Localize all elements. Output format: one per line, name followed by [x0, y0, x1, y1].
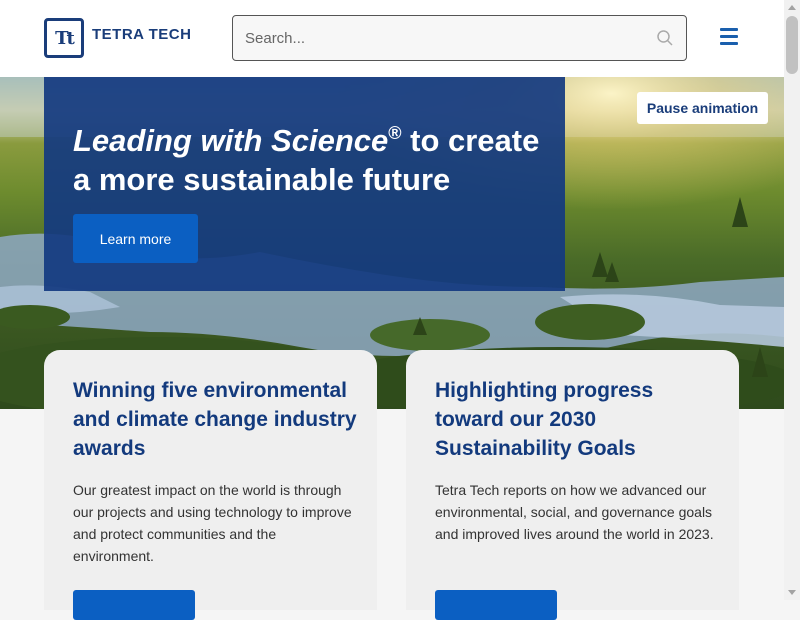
scroll-thumb[interactable] [786, 16, 798, 74]
pause-animation-button[interactable]: Pause animation [637, 92, 768, 124]
registered-mark: ® [388, 123, 402, 143]
logo-text: TETRA TECH [92, 25, 192, 43]
search-icon[interactable] [656, 29, 674, 47]
card-body: Our greatest impact on the world is thro… [73, 482, 352, 564]
logo-mark-icon: Tt [44, 18, 84, 58]
site-header: Tt TETRA TECH [0, 0, 784, 77]
card-title[interactable]: Highlighting progress toward our 2030 Su… [435, 376, 720, 463]
feature-card-sustainability: Highlighting progress toward our 2030 Su… [406, 350, 739, 620]
page-scrollbar[interactable] [784, 0, 800, 600]
feature-card-awards: Winning five environmental and climate c… [44, 350, 377, 620]
scroll-down-arrow-icon[interactable] [788, 590, 796, 595]
tetra-tech-logo[interactable]: Tt TETRA TECH [44, 18, 191, 58]
card-body: Tetra Tech reports on how we advanced ou… [435, 482, 714, 542]
scroll-up-arrow-icon[interactable] [788, 5, 796, 10]
hero-headline: Leading with Science® to create a more s… [73, 121, 553, 199]
learn-more-button[interactable]: Learn more [73, 214, 198, 263]
card-title[interactable]: Winning five environmental and climate c… [73, 376, 358, 463]
card-cta-button[interactable] [435, 590, 557, 620]
hamburger-menu-icon[interactable] [716, 28, 742, 50]
search-box [232, 15, 687, 61]
search-input[interactable] [233, 16, 657, 60]
card-cta-button[interactable] [73, 590, 195, 620]
hero-headline-italic: Leading with Science [73, 123, 389, 158]
hero-text-panel: Leading with Science® to create a more s… [44, 77, 565, 291]
